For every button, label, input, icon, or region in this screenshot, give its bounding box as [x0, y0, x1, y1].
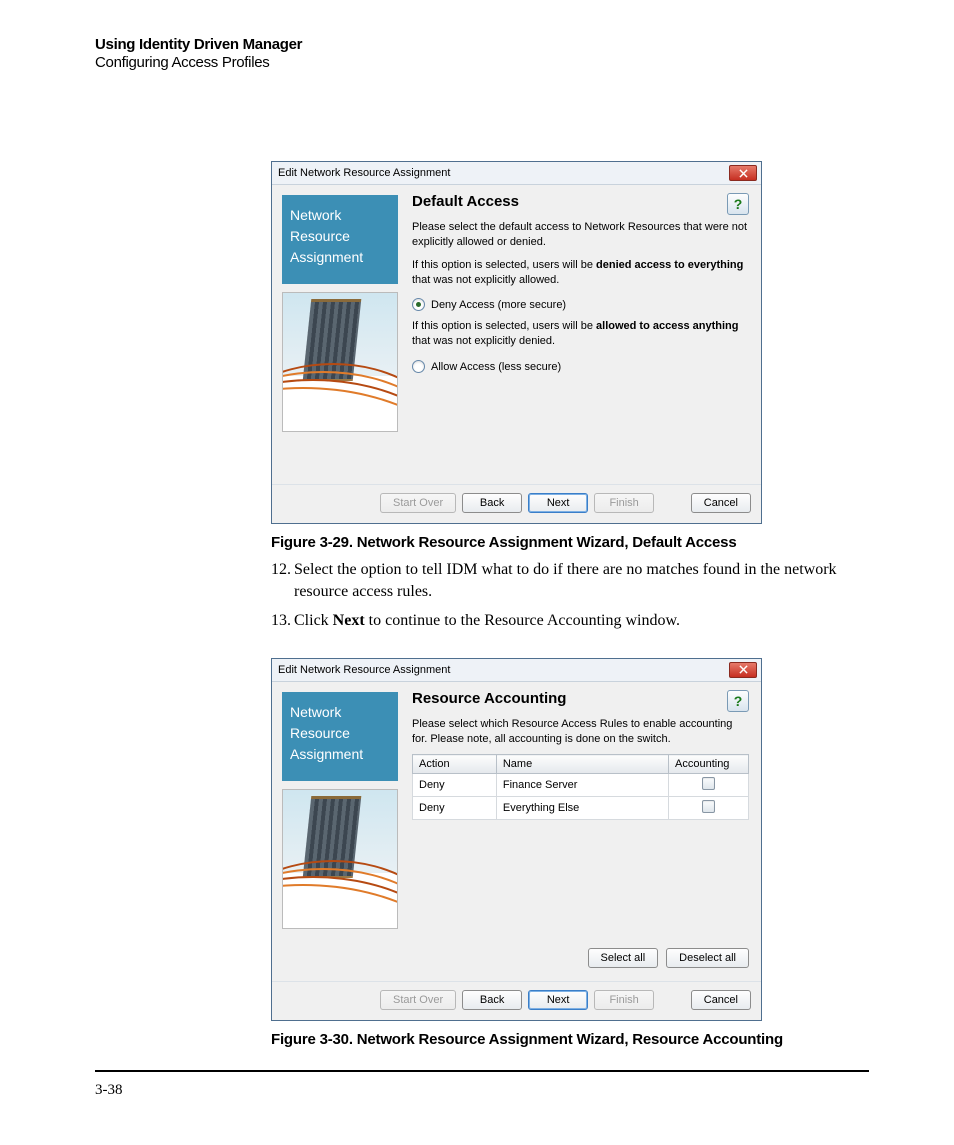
window-title: Edit Network Resource Assignment	[278, 664, 729, 676]
deselect-all-button[interactable]: Deselect all	[666, 948, 749, 968]
document-header: Using Identity Driven Manager Configurin…	[95, 36, 869, 71]
page-number: 3-38	[95, 1082, 869, 1099]
start-over-button[interactable]: Start Over	[380, 493, 456, 513]
content-title: Default Access	[412, 193, 727, 210]
figure-caption: Figure 3-30. Network Resource Assignment…	[271, 1031, 869, 1048]
side-image	[282, 789, 398, 929]
side-line: Assignment	[290, 247, 390, 268]
cancel-button[interactable]: Cancel	[691, 493, 751, 513]
table-row[interactable]: Deny Finance Server	[413, 774, 749, 797]
next-button[interactable]: Next	[528, 990, 588, 1010]
accounting-checkbox[interactable]	[702, 800, 715, 813]
col-action[interactable]: Action	[413, 755, 497, 774]
radio-allow-access[interactable]: Allow Access (less secure)	[412, 360, 749, 373]
finish-button[interactable]: Finish	[594, 990, 654, 1010]
start-over-button[interactable]: Start Over	[380, 990, 456, 1010]
content-panel: Default Access ? Please select the defau…	[408, 185, 761, 479]
side-line: Assignment	[290, 744, 390, 765]
radio-deny-access[interactable]: Deny Access (more secure)	[412, 298, 749, 311]
doc-subtitle: Configuring Access Profiles	[95, 54, 869, 71]
titlebar: Edit Network Resource Assignment	[272, 659, 761, 681]
select-all-button[interactable]: Select all	[588, 948, 659, 968]
side-line: Network	[290, 702, 390, 723]
col-accounting[interactable]: Accounting	[669, 755, 749, 774]
figure-caption: Figure 3-29. Network Resource Assignment…	[271, 534, 869, 551]
wizard-footer: Start Over Back Next Finish Cancel	[272, 981, 761, 1020]
window-title: Edit Network Resource Assignment	[278, 167, 729, 179]
close-icon	[739, 665, 748, 674]
side-line: Network	[290, 205, 390, 226]
radio-label: Allow Access (less secure)	[431, 361, 561, 373]
deny-desc: If this option is selected, users will b…	[412, 258, 749, 288]
content-title: Resource Accounting	[412, 690, 727, 707]
next-button[interactable]: Next	[528, 493, 588, 513]
radio-icon	[412, 298, 425, 311]
side-banner: Network Resource Assignment	[282, 195, 398, 284]
side-panel: Network Resource Assignment	[272, 682, 408, 976]
doc-title: Using Identity Driven Manager	[95, 36, 869, 53]
cell-accounting	[669, 797, 749, 820]
col-name[interactable]: Name	[496, 755, 668, 774]
cell-action: Deny	[413, 774, 497, 797]
allow-desc: If this option is selected, users will b…	[412, 319, 749, 349]
intro-text: Please select which Resource Access Rule…	[412, 717, 749, 747]
side-banner: Network Resource Assignment	[282, 692, 398, 781]
cell-name: Everything Else	[496, 797, 668, 820]
table-row[interactable]: Deny Everything Else	[413, 797, 749, 820]
back-button[interactable]: Back	[462, 990, 522, 1010]
close-button[interactable]	[729, 662, 757, 678]
cell-action: Deny	[413, 797, 497, 820]
content-panel: Resource Accounting ? Please select whic…	[408, 682, 761, 976]
step-12: 12. Select the option to tell IDM what t…	[271, 559, 869, 602]
step-13: 13. Click Next to continue to the Resour…	[271, 610, 869, 632]
page-rule	[95, 1070, 869, 1072]
cell-name: Finance Server	[496, 774, 668, 797]
side-panel: Network Resource Assignment	[272, 185, 408, 479]
wizard-dialog-resource-accounting: Edit Network Resource Assignment Network…	[271, 658, 762, 1021]
side-line: Resource	[290, 723, 390, 744]
side-line: Resource	[290, 226, 390, 247]
wizard-dialog-default-access: Edit Network Resource Assignment Network…	[271, 161, 762, 524]
help-button[interactable]: ?	[727, 193, 749, 215]
cell-accounting	[669, 774, 749, 797]
accounting-table: Action Name Accounting Deny Finance Serv…	[412, 754, 749, 820]
cancel-button[interactable]: Cancel	[691, 990, 751, 1010]
side-image	[282, 292, 398, 432]
titlebar: Edit Network Resource Assignment	[272, 162, 761, 184]
accounting-checkbox[interactable]	[702, 777, 715, 790]
finish-button[interactable]: Finish	[594, 493, 654, 513]
intro-text: Please select the default access to Netw…	[412, 220, 749, 250]
help-icon: ?	[734, 196, 743, 212]
close-icon	[739, 169, 748, 178]
radio-icon	[412, 360, 425, 373]
wizard-footer: Start Over Back Next Finish Cancel	[272, 484, 761, 523]
radio-label: Deny Access (more secure)	[431, 299, 566, 311]
help-button[interactable]: ?	[727, 690, 749, 712]
back-button[interactable]: Back	[462, 493, 522, 513]
close-button[interactable]	[729, 165, 757, 181]
help-icon: ?	[734, 693, 743, 709]
